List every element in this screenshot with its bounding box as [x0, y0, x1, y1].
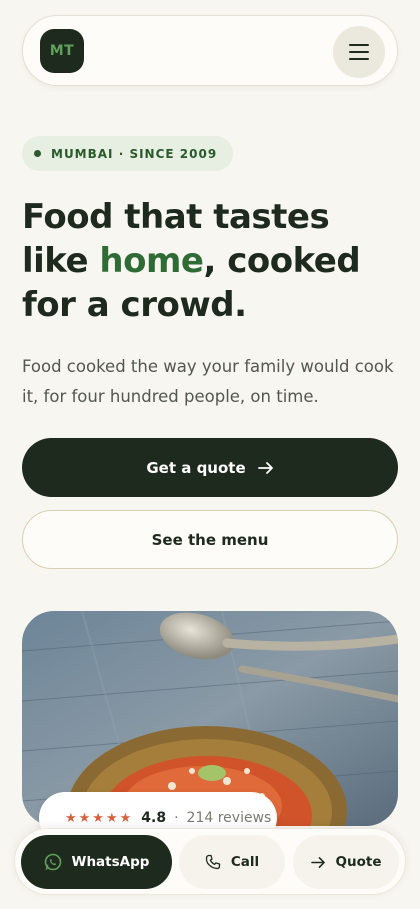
- badge-text: MUMBAI · SINCE 2009: [51, 146, 218, 161]
- menu-button[interactable]: [333, 26, 385, 78]
- hero-description: Food cooked the way your family would co…: [22, 357, 394, 406]
- hamburger-menu-icon-line: [349, 51, 369, 53]
- rating-score: 4.8: [141, 810, 167, 826]
- headline-line-3: for a crowd.: [22, 285, 247, 325]
- quote-button[interactable]: Quote: [293, 835, 399, 889]
- hamburger-menu-icon: [349, 44, 369, 46]
- rating-separator: ·: [174, 810, 179, 826]
- arrow-right-icon: [310, 856, 325, 868]
- page-title: Food that tastes like home, cooked for a…: [22, 195, 402, 327]
- whatsapp-label: WhatsApp: [71, 854, 150, 870]
- see-menu-label: See the menu: [151, 530, 269, 549]
- headline-like: like: [22, 241, 100, 281]
- location-badge: MUMBAI · SINCE 2009: [22, 136, 234, 171]
- site-header: MT: [22, 15, 398, 86]
- whatsapp-icon: [44, 853, 61, 871]
- star-icon: ★★★★★: [65, 810, 134, 826]
- hamburger-menu-icon-line: [349, 58, 369, 60]
- brand-logo[interactable]: MT: [40, 29, 84, 73]
- whatsapp-button[interactable]: WhatsApp: [21, 835, 172, 889]
- headline-rest: , cooked: [203, 241, 361, 281]
- arrow-right-icon: [257, 461, 273, 474]
- get-quote-label: Get a quote: [146, 458, 246, 477]
- see-menu-button[interactable]: See the menu: [22, 510, 398, 569]
- review-count: 214 reviews: [186, 810, 272, 826]
- headline-line-1: Food that tastes: [22, 197, 330, 237]
- quote-label: Quote: [335, 854, 382, 870]
- logo-text: MT: [49, 43, 75, 59]
- call-label: Call: [230, 854, 260, 870]
- phone-icon: [205, 854, 221, 870]
- bottom-action-bar: WhatsApp Call Quote: [14, 828, 406, 895]
- badge-dot: [34, 150, 41, 157]
- get-quote-button[interactable]: Get a quote: [22, 438, 398, 497]
- headline-accent: home: [99, 241, 204, 281]
- call-button[interactable]: Call: [179, 835, 285, 889]
